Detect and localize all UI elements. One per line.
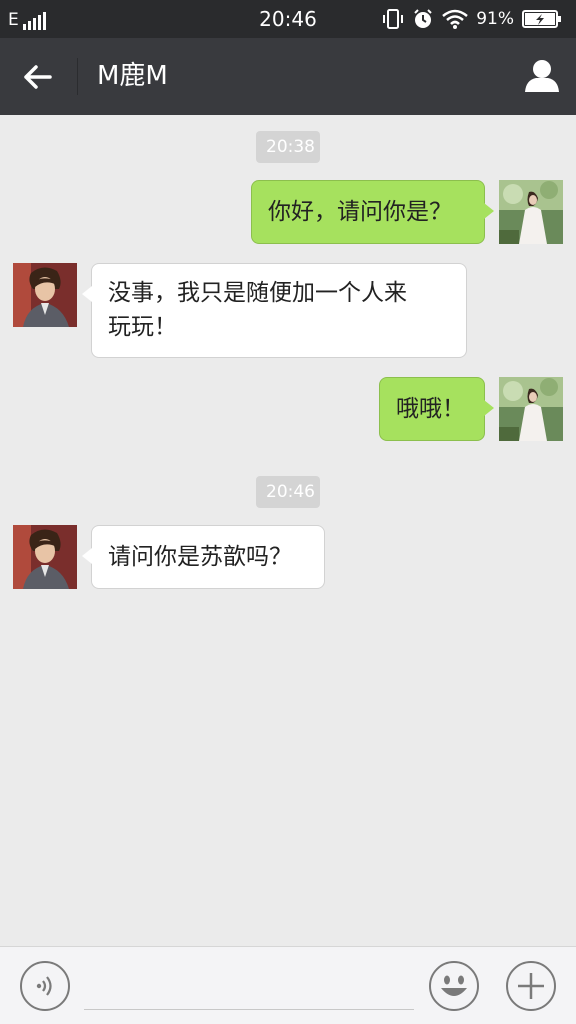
voice-icon: [20, 961, 70, 1011]
plus-icon: [506, 961, 556, 1011]
bubble-tail: [484, 203, 494, 219]
status-bar: E 20:46 91%: [0, 0, 576, 38]
header-divider: [77, 58, 78, 95]
self-avatar[interactable]: [499, 377, 563, 441]
battery-percent: 91%: [476, 9, 514, 29]
incoming-message-bubble[interactable]: 没事，我只是随便加一个人来 玩玩！: [82, 263, 467, 358]
message-text: 你好，请问你是？: [268, 199, 452, 225]
message-input[interactable]: [84, 965, 414, 1010]
avatar-photo: [13, 263, 77, 327]
avatar-photo: [499, 180, 563, 244]
outgoing-message-bubble[interactable]: 哦哦！: [379, 377, 494, 441]
wifi-icon: [442, 9, 469, 29]
back-button[interactable]: [14, 58, 62, 96]
smile-icon: [429, 961, 479, 1011]
avatar-photo: [499, 377, 563, 441]
avatar-photo: [13, 525, 77, 589]
bubble-tail: [484, 400, 494, 416]
timestamp: 20:38: [256, 131, 320, 163]
contact-profile-button[interactable]: [522, 56, 562, 96]
message-text-line: 没事，我只是随便加一个人来: [108, 280, 407, 306]
message-text-line: 玩玩！: [108, 314, 177, 340]
bubble-tail: [82, 548, 92, 564]
battery-charging-icon: [522, 10, 561, 28]
emoji-button[interactable]: [428, 960, 480, 1012]
input-bar: [0, 946, 576, 1024]
status-icons: 91%: [382, 7, 562, 31]
more-button[interactable]: [505, 960, 557, 1012]
message-text: 哦哦！: [396, 396, 465, 422]
alarm-icon: [414, 9, 432, 28]
message-text: 请问你是苏歆吗？: [108, 544, 292, 570]
vibrate-icon: [383, 9, 404, 29]
contact-avatar[interactable]: [13, 525, 77, 589]
chat-header: M鹿M: [0, 38, 576, 115]
chat-screen: E 20:46 91% M鹿M 20:38 你好，请问你是？ 没事，我只是随便加…: [0, 0, 576, 1024]
bubble-tail: [82, 286, 92, 302]
arrow-left-icon: [24, 65, 52, 89]
incoming-message-bubble[interactable]: 请问你是苏歆吗？: [82, 525, 325, 589]
voice-button[interactable]: [19, 960, 71, 1012]
contact-avatar[interactable]: [13, 263, 77, 327]
timestamp: 20:46: [256, 476, 320, 508]
self-avatar[interactable]: [499, 180, 563, 244]
person-icon: [525, 60, 559, 92]
chat-title: M鹿M: [97, 61, 168, 91]
outgoing-message-bubble[interactable]: 你好，请问你是？: [251, 180, 494, 244]
